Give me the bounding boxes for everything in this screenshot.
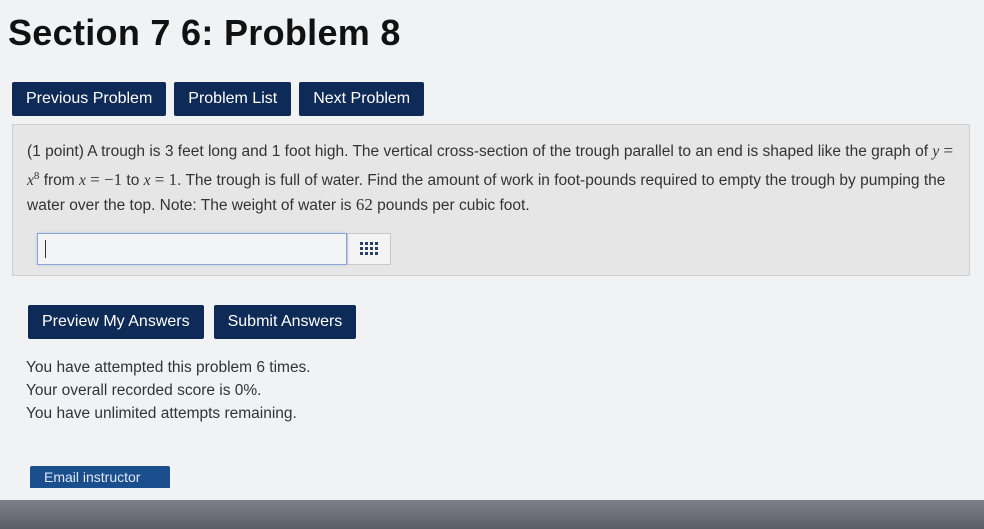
problem-box: (1 point) A trough is 3 feet long and 1 …	[12, 124, 970, 276]
math-x: x	[27, 172, 34, 190]
problem-statement: (1 point) A trough is 3 feet long and 1 …	[27, 139, 962, 218]
screen-bezel	[0, 500, 984, 529]
recorded-score: Your overall recorded score is 0%.	[26, 382, 262, 399]
previous-problem-button[interactable]: Previous Problem	[12, 82, 167, 116]
math-equals: =	[939, 141, 954, 160]
answer-field-wrap	[37, 233, 347, 265]
problem-list-button[interactable]: Problem List	[174, 82, 292, 116]
attempts-count: You have attempted this problem 6 times.	[26, 359, 311, 376]
math-upper-bound: = 1	[150, 170, 178, 190]
math-x-lower: x	[79, 172, 86, 190]
attempts-remaining: You have unlimited attempts remaining.	[26, 405, 297, 422]
page-title: Section 7 6: Problem 8	[8, 12, 401, 53]
problem-page: Section 7 6: Problem 8 Previous Problem …	[0, 0, 984, 500]
answer-actions: Preview My Answers Submit Answers	[28, 305, 366, 339]
submit-answers-button[interactable]: Submit Answers	[213, 305, 357, 339]
next-problem-button[interactable]: Next Problem	[299, 82, 425, 116]
water-weight: 62	[355, 195, 373, 215]
to-text: to	[122, 172, 144, 190]
attempt-status: You have attempted this problem 6 times.…	[26, 356, 311, 425]
answer-row	[37, 233, 391, 265]
email-instructor-button[interactable]: Email instructor	[30, 466, 170, 488]
problem-intro: (1 point) A trough is 3 feet long and 1 …	[27, 143, 933, 160]
preview-answers-button[interactable]: Preview My Answers	[28, 305, 204, 339]
problem-nav: Previous Problem Problem List Next Probl…	[12, 82, 432, 116]
grid-icon[interactable]	[347, 233, 391, 265]
problem-end: pounds per cubic foot.	[372, 197, 530, 215]
math-x-upper: x	[143, 172, 151, 190]
answer-input[interactable]	[37, 233, 347, 265]
from-text: from	[39, 172, 80, 190]
math-lower-bound: = −1	[85, 170, 123, 190]
text-caret	[45, 240, 46, 258]
